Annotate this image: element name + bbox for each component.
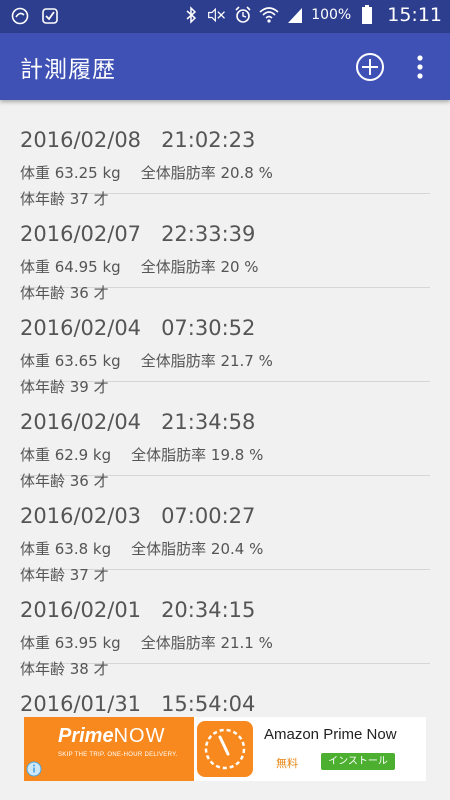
record-weight: 体重 63.65 kg (20, 352, 121, 370)
record-datetime: 2016/02/03 07:00:27 (20, 504, 256, 528)
list-item[interactable]: 2016/02/07 22:33:39 体重 64.95 kg 全体脂肪率 20 … (20, 194, 430, 302)
list-item[interactable]: 2016/01/31 15:54:04 (20, 664, 430, 720)
wifi-icon (259, 5, 279, 25)
status-time: 15:11 (387, 4, 442, 26)
record-weight: 体重 63.95 kg (20, 634, 121, 652)
record-datetime: 2016/01/31 15:54:04 (20, 692, 256, 716)
more-options-button[interactable] (406, 49, 434, 85)
record-datetime: 2016/02/08 21:02:23 (20, 128, 256, 152)
record-body-fat: 全体脂肪率 21.1 % (140, 634, 273, 652)
record-datetime: 2016/02/04 21:34:58 (20, 410, 256, 434)
list-item[interactable]: 2016/02/03 07:00:27 体重 63.8 kg 全体脂肪率 20.4… (20, 476, 430, 584)
checkbox-icon (40, 6, 60, 26)
ad-banner[interactable]: PrimeNOW SKIP THE TRIP. ONE-HOUR DELIVER… (24, 717, 426, 781)
record-body-fat: 全体脂肪率 20.8 % (140, 164, 273, 182)
alarm-icon (233, 5, 253, 25)
add-circle-icon (356, 53, 384, 81)
status-bar: 100% 15:11 (0, 0, 450, 33)
ad-price: 無料 (276, 757, 298, 770)
list-item[interactable]: 2016/02/04 07:30:52 体重 63.65 kg 全体脂肪率 21.… (20, 288, 430, 396)
record-list[interactable]: 2016/02/08 21:02:23 体重 63.25 kg 全体脂肪率 20.… (0, 100, 450, 720)
app-bar: 計測履歴 (0, 33, 450, 100)
info-icon[interactable] (26, 761, 42, 777)
clock-icon (204, 728, 246, 770)
record-body-fat: 全体脂肪率 19.8 % (131, 446, 264, 464)
record-body-fat: 全体脂肪率 20.4 % (131, 540, 264, 558)
ad-tagline: SKIP THE TRIP. ONE-HOUR DELIVERY. (58, 752, 178, 758)
record-datetime: 2016/02/07 22:33:39 (20, 222, 256, 246)
install-button[interactable]: インストール (321, 753, 395, 770)
add-button[interactable] (354, 51, 386, 83)
record-body-fat: 全体脂肪率 20 % (140, 258, 259, 276)
mute-icon (207, 5, 227, 25)
sync-icon (10, 6, 30, 26)
page-title: 計測履歴 (20, 57, 116, 83)
list-item[interactable]: 2016/02/01 20:34:15 体重 63.95 kg 全体脂肪率 21.… (20, 570, 430, 678)
ad-image[interactable]: PrimeNOW SKIP THE TRIP. ONE-HOUR DELIVER… (24, 717, 194, 781)
bottom-strip (0, 781, 450, 800)
ad-app-name: Amazon Prime Now (264, 726, 397, 743)
record-weight: 体重 64.95 kg (20, 258, 121, 276)
bluetooth-icon (181, 5, 201, 25)
app-icon[interactable] (195, 719, 255, 779)
record-datetime: 2016/02/04 07:30:52 (20, 316, 256, 340)
list-item[interactable]: 2016/02/04 21:34:58 体重 62.9 kg 全体脂肪率 19.8… (20, 382, 430, 490)
ad-logo: PrimeNOW (58, 725, 166, 747)
more-vert-icon (417, 55, 423, 79)
list-item[interactable]: 2016/02/08 21:02:23 体重 63.25 kg 全体脂肪率 20.… (20, 100, 430, 208)
record-weight: 体重 63.25 kg (20, 164, 121, 182)
record-weight: 体重 63.8 kg (20, 540, 112, 558)
battery-percent: 100% (311, 7, 352, 23)
record-weight: 体重 62.9 kg (20, 446, 112, 464)
battery-icon (357, 5, 377, 25)
record-body-fat: 全体脂肪率 21.7 % (140, 352, 273, 370)
record-datetime: 2016/02/01 20:34:15 (20, 598, 256, 622)
signal-icon (285, 5, 305, 25)
